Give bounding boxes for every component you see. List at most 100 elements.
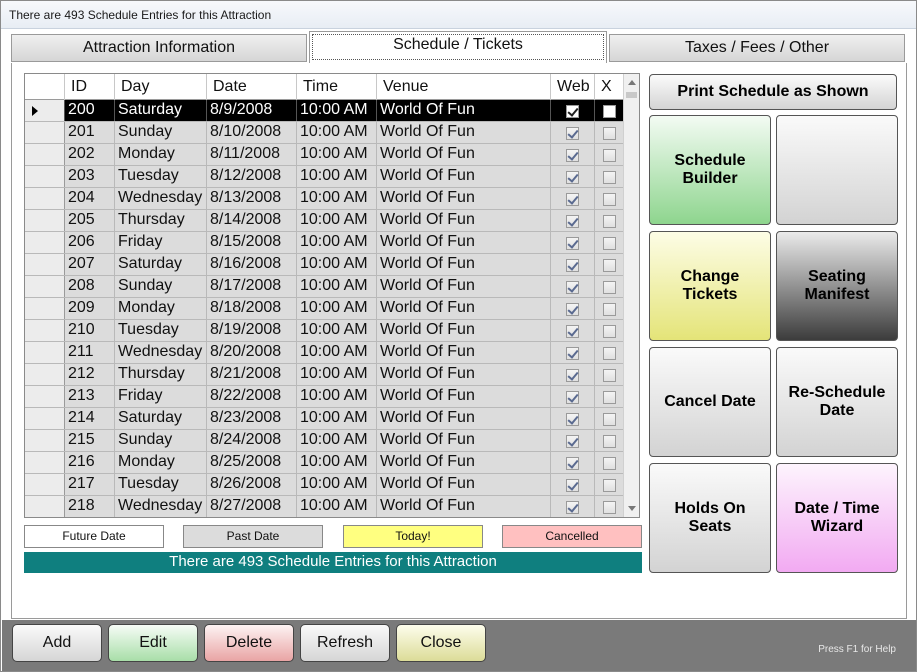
cell-venue[interactable]: World Of Fun (377, 188, 551, 209)
cell-date[interactable]: 8/26/2008 (207, 474, 297, 495)
row-header[interactable] (25, 276, 65, 297)
cell-id[interactable]: 209 (65, 298, 115, 319)
web-checkbox[interactable] (566, 501, 579, 514)
table-row[interactable]: 206 Friday 8/15/2008 10:00 AM World Of Fun (25, 232, 623, 254)
cell-day[interactable]: Sunday (115, 276, 207, 297)
cell-id[interactable]: 201 (65, 122, 115, 143)
column-header-time[interactable]: Time (297, 74, 377, 100)
cell-day[interactable]: Wednesday (115, 496, 207, 517)
cell-venue[interactable]: World Of Fun (377, 320, 551, 341)
cell-venue[interactable]: World Of Fun (377, 430, 551, 451)
web-checkbox[interactable] (566, 105, 579, 118)
cell-date[interactable]: 8/18/2008 (207, 298, 297, 319)
add-button[interactable]: Add (12, 624, 102, 662)
cell-date[interactable]: 8/20/2008 (207, 342, 297, 363)
cell-time[interactable]: 10:00 AM (297, 474, 377, 495)
cancel-checkbox[interactable] (602, 325, 616, 338)
cell-day[interactable]: Saturday (115, 408, 207, 429)
cell-time[interactable]: 10:00 AM (297, 100, 377, 121)
cell-time[interactable]: 10:00 AM (297, 122, 377, 143)
column-header-date[interactable]: Date (207, 74, 297, 100)
cell-time[interactable]: 10:00 AM (297, 496, 377, 517)
web-checkbox[interactable] (566, 171, 579, 184)
table-row[interactable]: 202 Monday 8/11/2008 10:00 AM World Of Fun (25, 144, 623, 166)
cell-id[interactable]: 205 (65, 210, 115, 231)
cell-venue[interactable]: World Of Fun (377, 474, 551, 495)
cell-date[interactable]: 8/11/2008 (207, 144, 297, 165)
cell-time[interactable]: 10:00 AM (297, 210, 377, 231)
change-tickets-button[interactable]: Change Tickets (649, 231, 771, 341)
cancel-checkbox[interactable] (602, 259, 616, 272)
cell-venue[interactable]: World Of Fun (377, 166, 551, 187)
table-row[interactable]: 205 Thursday 8/14/2008 10:00 AM World Of Fun (25, 210, 623, 232)
cell-date[interactable]: 8/27/2008 (207, 496, 297, 517)
tab-attraction-information[interactable]: Attraction Information (11, 34, 307, 62)
web-checkbox[interactable] (566, 413, 579, 426)
web-checkbox[interactable] (566, 435, 579, 448)
cell-id[interactable]: 204 (65, 188, 115, 209)
cell-date[interactable]: 8/21/2008 (207, 364, 297, 385)
cell-venue[interactable]: World Of Fun (377, 210, 551, 231)
scroll-thumb[interactable] (626, 92, 637, 98)
table-row[interactable]: 215 Sunday 8/24/2008 10:00 AM World Of Fun (25, 430, 623, 452)
cell-time[interactable]: 10:00 AM (297, 232, 377, 253)
seating-manifest-button[interactable]: Seating Manifest (776, 231, 898, 341)
cell-day[interactable]: Monday (115, 452, 207, 473)
cell-time[interactable]: 10:00 AM (297, 298, 377, 319)
cell-day[interactable]: Friday (115, 386, 207, 407)
row-header[interactable] (25, 474, 65, 495)
web-checkbox[interactable] (566, 127, 579, 140)
cancel-checkbox[interactable] (602, 479, 616, 492)
cell-venue[interactable]: World Of Fun (377, 364, 551, 385)
cell-date[interactable]: 8/12/2008 (207, 166, 297, 187)
schedule-builder-button[interactable]: Schedule Builder (649, 115, 771, 225)
cell-venue[interactable]: World Of Fun (377, 144, 551, 165)
cell-date[interactable]: 8/24/2008 (207, 430, 297, 451)
date-time-wizard-button[interactable]: Date / Time Wizard (776, 463, 898, 573)
row-header[interactable] (25, 430, 65, 451)
table-row[interactable]: 207 Saturday 8/16/2008 10:00 AM World Of Fun (25, 254, 623, 276)
cell-date[interactable]: 8/25/2008 (207, 452, 297, 473)
blank-action-button[interactable] (776, 115, 898, 225)
cell-time[interactable]: 10:00 AM (297, 188, 377, 209)
cell-day[interactable]: Sunday (115, 430, 207, 451)
cell-day[interactable]: Monday (115, 298, 207, 319)
reschedule-date-button[interactable]: Re-Schedule Date (776, 347, 898, 457)
table-row[interactable]: 200 Saturday 8/9/2008 10:00 AM World Of Fun (25, 100, 623, 122)
cell-date[interactable]: 8/10/2008 (207, 122, 297, 143)
cell-venue[interactable]: World Of Fun (377, 298, 551, 319)
column-header-venue[interactable]: Venue (377, 74, 551, 100)
cell-venue[interactable]: World Of Fun (377, 452, 551, 473)
cell-day[interactable]: Saturday (115, 254, 207, 275)
cancel-checkbox[interactable] (602, 413, 616, 426)
cell-date[interactable]: 8/13/2008 (207, 188, 297, 209)
cancel-checkbox[interactable] (602, 171, 616, 184)
cell-day[interactable]: Thursday (115, 364, 207, 385)
cell-id[interactable]: 210 (65, 320, 115, 341)
cell-venue[interactable]: World Of Fun (377, 408, 551, 429)
cancel-checkbox[interactable] (602, 149, 616, 162)
cell-id[interactable]: 200 (65, 100, 115, 121)
cell-day[interactable]: Saturday (115, 100, 207, 121)
cell-venue[interactable]: World Of Fun (377, 276, 551, 297)
cancel-checkbox[interactable] (602, 501, 616, 514)
row-header[interactable] (25, 254, 65, 275)
row-header[interactable] (25, 364, 65, 385)
table-row[interactable]: 204 Wednesday 8/13/2008 10:00 AM World Of Fu… (25, 188, 623, 210)
cell-date[interactable]: 8/14/2008 (207, 210, 297, 231)
cancel-checkbox[interactable] (602, 369, 616, 382)
cell-day[interactable]: Monday (115, 144, 207, 165)
table-row[interactable]: 218 Wednesday 8/27/2008 10:00 AM World Of Fu… (25, 496, 623, 517)
cell-date[interactable]: 8/19/2008 (207, 320, 297, 341)
row-header[interactable] (25, 496, 65, 517)
web-checkbox[interactable] (566, 325, 579, 338)
row-header[interactable] (25, 210, 65, 231)
refresh-button[interactable]: Refresh (300, 624, 390, 662)
table-row[interactable]: 208 Sunday 8/17/2008 10:00 AM World Of Fun (25, 276, 623, 298)
cell-day[interactable]: Wednesday (115, 188, 207, 209)
table-row[interactable]: 210 Tuesday 8/19/2008 10:00 AM World Of Fun (25, 320, 623, 342)
row-header[interactable] (25, 320, 65, 341)
cell-id[interactable]: 214 (65, 408, 115, 429)
row-header[interactable] (25, 122, 65, 143)
cancel-checkbox[interactable] (602, 457, 616, 470)
